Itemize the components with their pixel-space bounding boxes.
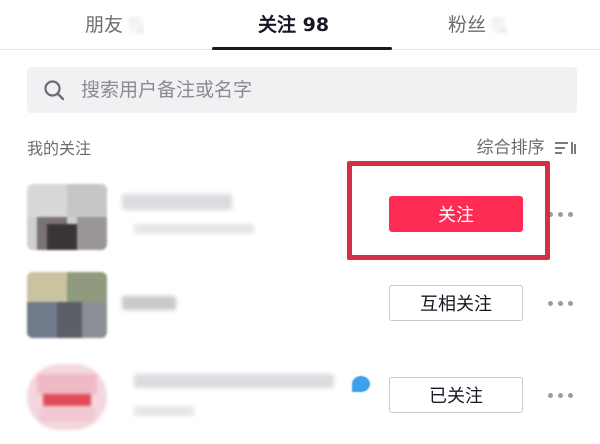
- avatar[interactable]: [27, 364, 107, 430]
- search-icon: [44, 80, 65, 101]
- list-item[interactable]: 已关注: [0, 352, 600, 438]
- sort-button[interactable]: 综合排序: [477, 133, 576, 158]
- tab-followers[interactable]: 粉丝: [448, 10, 507, 40]
- more-icon[interactable]: [546, 210, 576, 220]
- signature-blurred: [134, 224, 254, 234]
- tab-following[interactable]: 关注 98: [258, 10, 329, 40]
- avatar[interactable]: [27, 184, 107, 250]
- more-icon[interactable]: [546, 391, 576, 401]
- active-tab-indicator: [212, 47, 392, 50]
- signature-blurred: [134, 406, 194, 416]
- search-bar[interactable]: [27, 67, 577, 113]
- follow-button[interactable]: 关注: [389, 196, 523, 232]
- tab-friends-label: 朋友: [85, 14, 124, 36]
- more-icon[interactable]: [546, 299, 576, 309]
- username-blurred: [134, 374, 334, 388]
- sort-icon: [555, 142, 576, 154]
- list-item[interactable]: 关注: [0, 172, 600, 258]
- avatar[interactable]: [27, 272, 107, 338]
- mutual-follow-button[interactable]: 互相关注: [389, 285, 523, 321]
- username-blurred: [122, 296, 176, 310]
- tab-bar: 朋友 关注 98 粉丝: [0, 0, 600, 50]
- tab-following-label: 关注 98: [258, 14, 330, 36]
- following-button[interactable]: 已关注: [389, 377, 523, 413]
- verified-badge-icon: [352, 376, 370, 392]
- username-blurred: [122, 194, 232, 210]
- sort-label: 综合排序: [476, 138, 545, 158]
- blurred-count: [492, 17, 507, 33]
- tab-friends[interactable]: 朋友: [85, 10, 144, 40]
- search-input[interactable]: [81, 74, 561, 106]
- blurred-count: [129, 17, 144, 33]
- tab-followers-label: 粉丝: [448, 14, 487, 36]
- section-title: 我的关注: [27, 139, 92, 158]
- list-item[interactable]: 互相关注: [0, 260, 600, 346]
